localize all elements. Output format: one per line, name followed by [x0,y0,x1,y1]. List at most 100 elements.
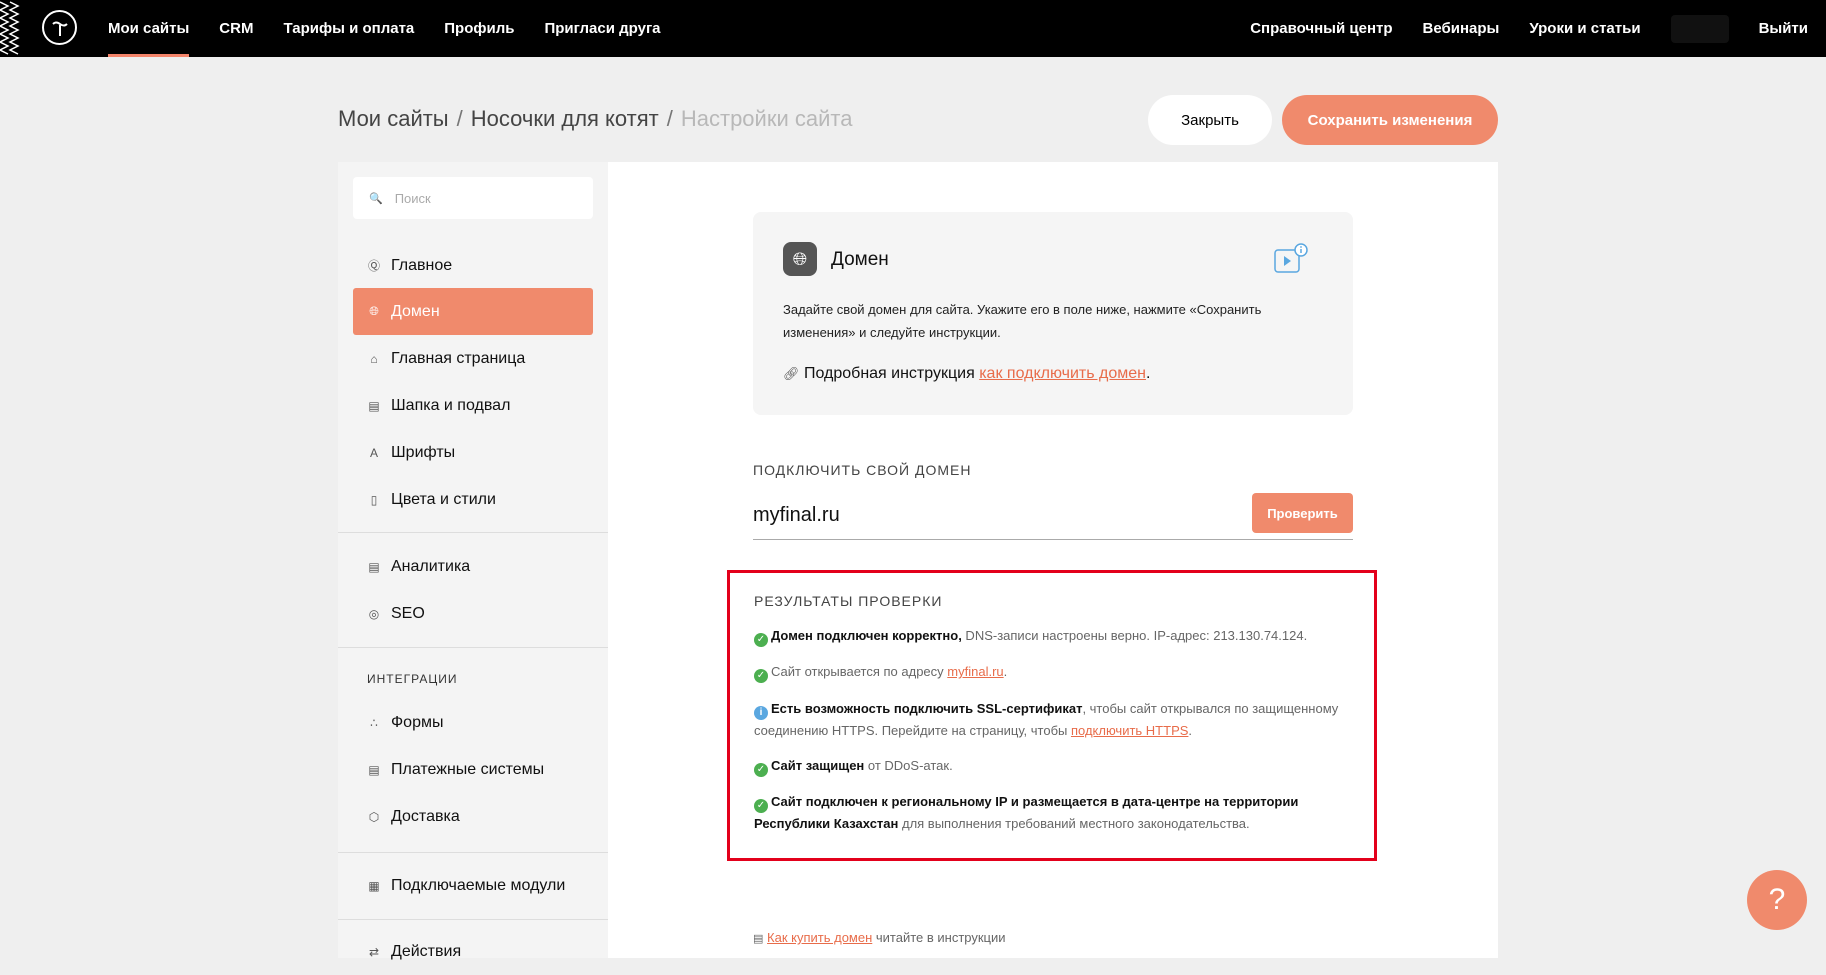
info-icon: i [754,706,768,720]
sidebar-divider [338,647,608,648]
result-ssl-bold: Есть возможность подключить SSL-сертифик… [771,701,1083,716]
result-regional-text: для выполнения требований местного закон… [898,816,1250,831]
font-icon: A [369,445,378,460]
breadcrumb-project[interactable]: Носочки для котят [471,106,659,131]
chart-icon: ▤ [368,559,380,574]
nav-profile[interactable]: Профиль [444,0,514,57]
check-icon: ✓ [754,799,768,813]
brush-icon: ▯ [370,492,378,507]
result-ssl-suffix: . [1188,723,1193,738]
sidebar-item-colors[interactable]: ▯ Цвета и стили [353,476,593,523]
arrows-icon: ⇄ [368,944,380,959]
sidebar-item-homepage[interactable]: ⌂ Главная страница [353,335,593,382]
sidebar-item-label: Главная страница [391,349,526,367]
search-input[interactable] [392,189,587,207]
sidebar-item-fonts[interactable]: A Шрифты [353,429,593,476]
avatar[interactable] [1670,14,1729,43]
card-description: Задайте свой домен для сайта. Укажите ег… [783,302,1262,340]
tilda-logo-icon [51,21,68,36]
modules-icon: ▦ [368,878,380,893]
sidebar-item-label: Аналитика [391,557,471,575]
settings-sidebar: 🔍 Ⓠ Главное 🌐︎ Домен ⌂ Главная страница … [338,162,608,960]
result-site-opens-suffix: . [1003,664,1008,679]
breadcrumb-my-sites[interactable]: Мои сайты [338,106,449,131]
result-dns: ✓ Домен подключен корректно, DNS-записи н… [754,625,1354,647]
sidebar-search[interactable]: 🔍 [353,177,593,219]
nav-lessons[interactable]: Уроки и статьи [1529,0,1640,57]
sidebar-item-header-footer[interactable]: ▤ Шапка и подвал [353,382,593,429]
search-icon: 🔍 [369,192,383,205]
zigzag-decoration-icon [0,1,20,55]
nav-help-center[interactable]: Справочный центр [1250,0,1392,57]
check-domain-button[interactable]: Проверить [1252,493,1353,533]
results-title: РЕЗУЛЬТАТЫ ПРОВЕРКИ [754,593,943,609]
breadcrumb-current: Настройки сайта [680,106,853,131]
nav-my-sites[interactable]: Мои сайты [108,0,190,57]
check-icon: ✓ [754,669,768,683]
tilda-logo[interactable] [42,10,77,45]
card-icon: ▤ [368,762,380,777]
check-icon: ✓ [754,763,768,777]
home-icon: ⌂ [370,351,378,366]
sidebar-item-label: Главное [391,256,453,274]
sidebar-item-analytics[interactable]: ▤ Аналитика [353,543,593,590]
link-icon: 🔗︎ [783,366,800,381]
sidebar-item-label: Подключаемые модули [391,876,566,894]
secondary-nav: Справочный центр Вебинары Уроки и статьи… [1250,0,1826,57]
close-button[interactable]: Закрыть [1148,95,1272,145]
sidebar-item-label: Шапка и подвал [391,396,511,414]
connect-https-link[interactable]: подключить HTTPS [1071,723,1188,738]
nav-webinars[interactable]: Вебинары [1423,0,1500,57]
sidebar-item-label: Платежные системы [391,760,545,778]
nav-tariffs[interactable]: Тарифы и оплата [283,0,414,57]
result-site-opens-text: Сайт открывается по адресу [771,664,948,679]
instruction-suffix: . [1145,365,1151,382]
result-dns-text: DNS-записи настроены верно. IP-адрес: 21… [961,628,1308,643]
sidebar-item-modules[interactable]: ▦ Подключаемые модули [353,862,593,909]
sidebar-item-main[interactable]: Ⓠ Главное [353,242,593,289]
check-results-box: РЕЗУЛЬТАТЫ ПРОВЕРКИ ✓ Домен подключен кор… [727,570,1377,861]
connect-domain-label: ПОДКЛЮЧИТЬ СВОЙ ДОМЕН [753,462,972,478]
main-nav: Мои сайты CRM Тарифы и оплата Профиль Пр… [108,0,661,57]
sidebar-item-label: Цвета и стили [391,490,496,508]
globe-icon: 🌐︎ [783,242,817,276]
breadcrumb-separator: / [456,106,463,131]
instruction-prefix: Подробная инструкция [803,365,975,382]
tilda-icon: Ⓠ [367,259,380,273]
buy-domain-note: ▤ Как купить домен читайте в инструкции [753,930,1006,945]
sidebar-item-seo[interactable]: ◎ SEO [353,590,593,637]
nav-crm[interactable]: CRM [219,0,253,57]
help-button[interactable]: ? [1747,870,1807,930]
result-site-opens: ✓ Сайт открывается по адресу myfinal.ru. [754,661,1354,683]
sidebar-item-forms[interactable]: ∴ Формы [353,699,593,746]
video-tutorial-icon[interactable] [1273,242,1309,278]
sidebar-item-label: Формы [391,713,444,731]
card-title: Домен [831,249,889,270]
how-to-buy-domain-link[interactable]: Как купить домен [767,930,872,945]
domain-settings-panel: 🌐︎ Домен Задайте свой домен для сайта. У… [608,162,1498,958]
result-ssl: i Есть возможность подключить SSL-сертифи… [754,698,1354,742]
sidebar-item-actions[interactable]: ⇄ Действия [353,928,593,975]
result-ddos-bold: Сайт защищен [771,758,865,773]
save-changes-button[interactable]: Сохранить изменения [1282,95,1498,145]
domain-info-card: 🌐︎ Домен Задайте свой домен для сайта. У… [753,212,1353,415]
sidebar-item-label: Доставка [391,807,460,825]
card-icon: ▤ [753,933,764,945]
sidebar-item-label: Шрифты [391,443,456,461]
sidebar-item-domain[interactable]: 🌐︎ Домен [353,288,593,335]
site-url-link[interactable]: myfinal.ru [947,664,1003,679]
breadcrumb-separator: / [666,106,673,131]
result-dns-bold: Домен подключен корректно, [771,628,962,643]
forms-icon: ∴ [370,715,378,730]
how-to-connect-domain-link[interactable]: как подключить домен [979,365,1146,382]
result-regional-ip: ✓ Сайт подключен к региональному IP и раз… [754,791,1354,835]
nav-invite-friend[interactable]: Пригласи друга [544,0,660,57]
sidebar-divider [338,532,608,533]
globe-icon: 🌐︎ [369,304,379,318]
logout-link[interactable]: Выйти [1759,0,1808,57]
sidebar-item-delivery[interactable]: ⬡ Доставка [353,793,593,840]
breadcrumb: Мои сайты / Носочки для котят / Настройки са… [338,106,852,132]
sidebar-item-payments[interactable]: ▤ Платежные системы [353,746,593,793]
top-navigation-bar: Мои сайты CRM Тарифы и оплата Профиль Пр… [0,0,1826,57]
sidebar-item-label: SEO [391,604,425,622]
